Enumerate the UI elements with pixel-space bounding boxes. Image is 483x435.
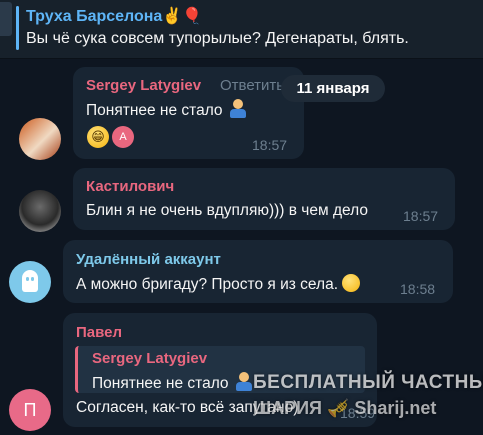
grin-emoji-icon [342,274,360,292]
reaction-grin-icon[interactable]: 😁 [87,126,109,148]
top-message-author[interactable]: Труха Барселона✌️🎈 [26,6,202,26]
message-thumbnail [0,2,12,36]
date-divider: 11 января [281,75,385,102]
watermark-line1: БЕСПЛАТНЫЙ ЧАСТНЫЙ [253,372,483,393]
message-text-content: Понятнее не стало [86,102,223,119]
message-bubble[interactable]: Sergey Latygiev Ответить Понятнее не ста… [73,67,304,159]
shrug-emoji-icon [233,372,255,392]
message-time: 18:57 [403,208,439,224]
message-text: А можно бригаду? Просто я из села. [76,274,360,294]
quote-author: Sergey Latygiev [92,350,208,367]
ghost-icon [22,270,38,292]
top-message-text: Вы чё сука совсем тупорылые? Дегенараты,… [26,30,409,47]
quote-text: Понятнее не стало [92,372,255,393]
avatar[interactable]: П [9,389,51,431]
avatar[interactable] [19,118,61,160]
shrug-emoji-icon [227,99,249,119]
reaction-avatar[interactable]: A [112,126,134,148]
avatar[interactable] [19,190,61,232]
watermark-line2: ШАРИЯ 🎺 Sharij.net [253,398,437,418]
chat-view: Труха Барселона✌️🎈 Вы чё сука совсем туп… [0,0,483,435]
top-author-name: Труха Барселона [26,8,163,25]
message-text: Понятнее не стало [86,99,249,120]
message-author[interactable]: Павел [76,324,122,341]
message-text-content: А можно бригаду? Просто я из села. [76,276,338,293]
message-bubble[interactable]: Удалённый аккаунт А можно бригаду? Прост… [63,240,453,303]
message-time: 18:57 [252,137,288,153]
message-time: 18:58 [400,281,436,297]
avatar-deleted-account[interactable] [9,261,51,303]
top-message[interactable]: Труха Барселона✌️🎈 Вы чё сука совсем туп… [0,0,483,59]
message-author[interactable]: Кастилович [86,178,174,195]
reply-button[interactable]: Ответить [220,77,284,94]
message-text: Блин я не очень вдупляю))) в чем дело [86,202,368,219]
author-emoji: ✌️🎈 [162,8,203,25]
message-bubble[interactable]: Кастилович Блин я не очень вдупляю))) в … [73,168,455,230]
quote-accent-line [16,6,19,50]
message-author[interactable]: Удалённый аккаунт [76,251,221,268]
message-author[interactable]: Sergey Latygiev [86,77,201,94]
quote-text-content: Понятнее не стало [92,375,229,392]
